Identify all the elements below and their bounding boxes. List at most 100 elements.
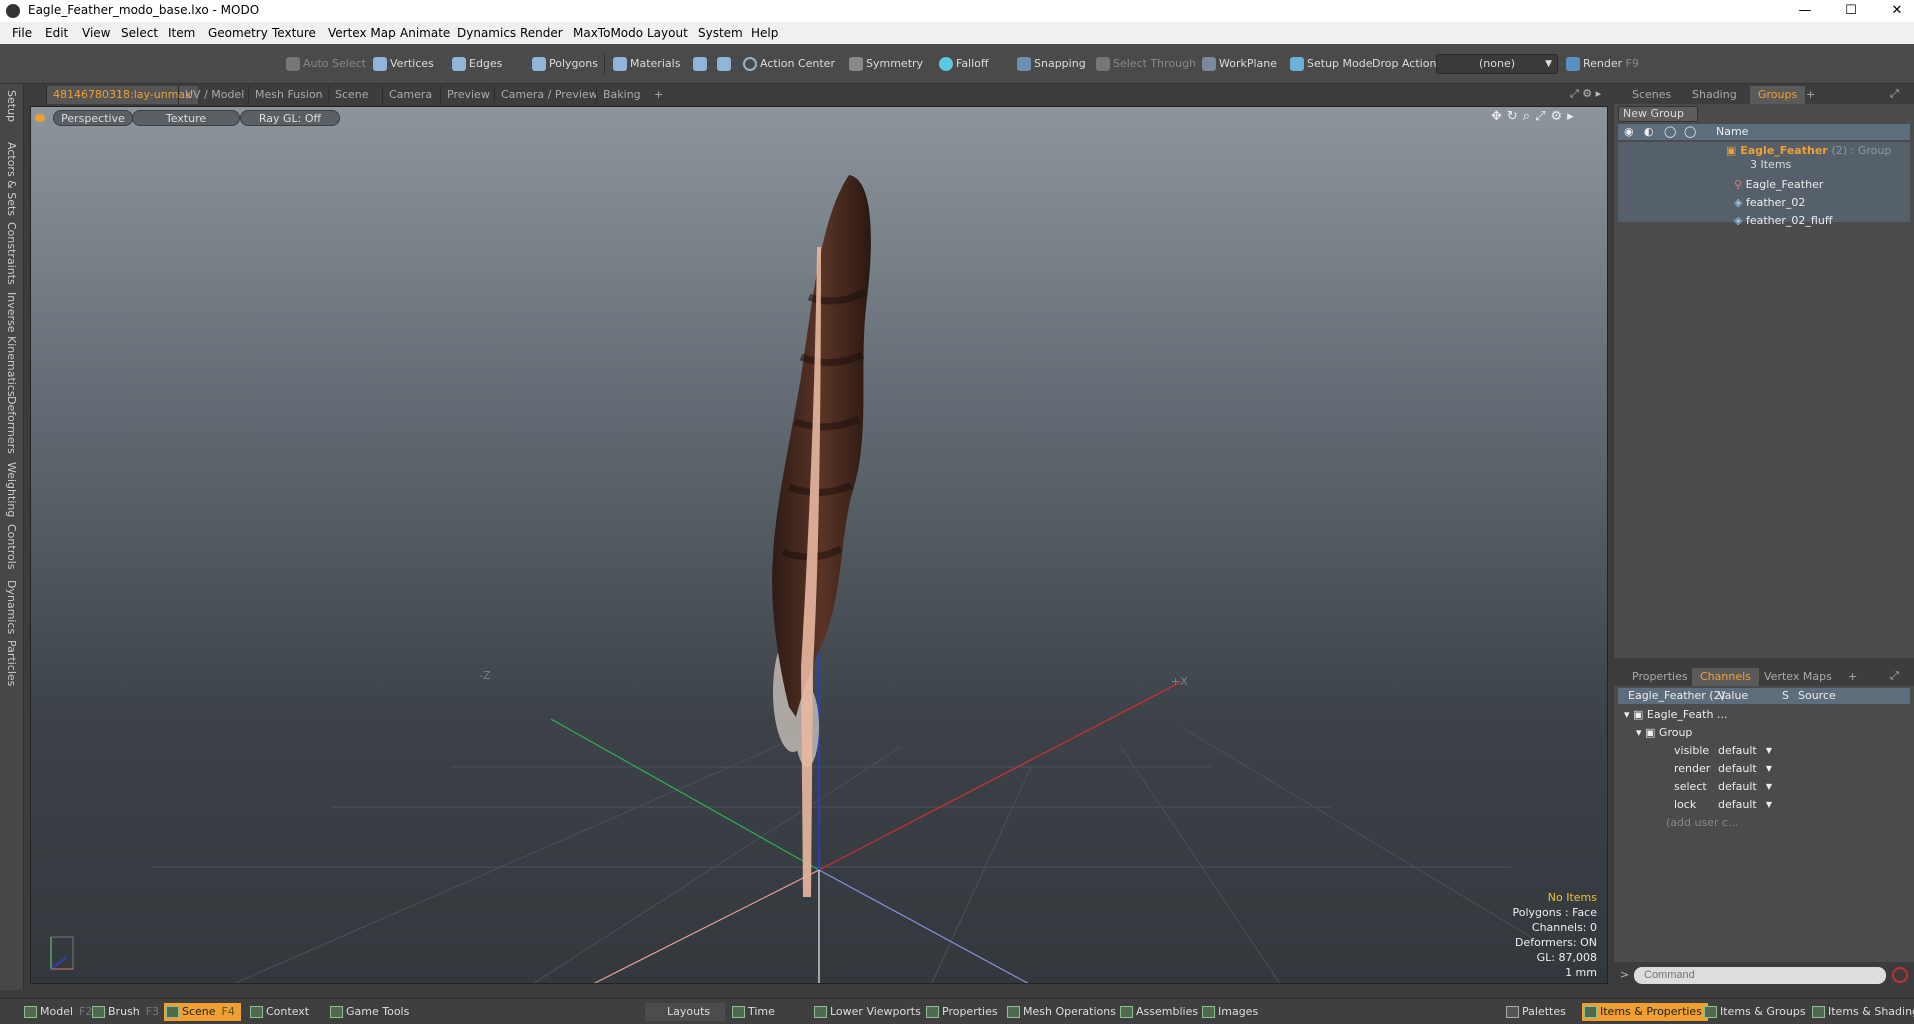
time-tab[interactable]: Time bbox=[730, 1003, 775, 1021]
tab-setup[interactable]: Setup bbox=[5, 90, 18, 122]
menu-edit[interactable]: Edit bbox=[45, 26, 68, 40]
tree-item-feather-02-fluff[interactable]: ◈ feather_02_fluff bbox=[1734, 212, 1832, 230]
tab-dynamics[interactable]: Dynamics bbox=[5, 580, 18, 634]
add-user-channel[interactable]: (add user c... bbox=[1666, 814, 1739, 832]
assemblies-tab[interactable]: Assemblies bbox=[1118, 1003, 1198, 1021]
tab-actors-sets[interactable]: Actors & Sets bbox=[5, 142, 18, 216]
new-group-button[interactable]: New Group bbox=[1618, 106, 1698, 122]
model-tab[interactable]: Model F2 bbox=[22, 1003, 92, 1021]
tree-item-feather-02[interactable]: ◈ feather_02 bbox=[1734, 194, 1805, 212]
minimize-button[interactable]: — bbox=[1782, 0, 1828, 22]
menu-texture[interactable]: Texture bbox=[272, 26, 316, 40]
lock-toggle-icon[interactable]: ◯ bbox=[1664, 124, 1676, 140]
materials-button[interactable]: Materials bbox=[610, 54, 680, 74]
menu-file[interactable]: File bbox=[12, 26, 32, 40]
menu-bar: File Edit View Select Item Geometry Text… bbox=[0, 22, 1914, 44]
channel-select-value[interactable]: default ▼ bbox=[1718, 778, 1774, 796]
drop-action-select[interactable]: (none) ▼ bbox=[1436, 54, 1558, 74]
tab-scene[interactable]: Scene bbox=[328, 86, 375, 104]
setup-mode-button[interactable]: Setup Mode bbox=[1287, 54, 1372, 74]
select-through-button[interactable]: Select Through bbox=[1093, 54, 1196, 74]
workplane-button[interactable]: WorkPlane bbox=[1199, 54, 1277, 74]
menu-geometry[interactable]: Geometry bbox=[208, 26, 268, 40]
add-panel-tab-button[interactable]: + bbox=[1840, 668, 1865, 686]
context-tab[interactable]: Context bbox=[248, 1003, 309, 1021]
crosshair-icon bbox=[743, 57, 757, 71]
record-icon[interactable] bbox=[1892, 967, 1908, 983]
render-button[interactable]: Render F9 bbox=[1563, 54, 1639, 74]
game-tools-tab[interactable]: Game Tools bbox=[328, 1003, 409, 1021]
images-tab[interactable]: Images bbox=[1200, 1003, 1258, 1021]
channel-root-row[interactable]: ▾ ▣ Eagle_Feath ... bbox=[1624, 706, 1727, 724]
tab-constraints[interactable]: Constraints bbox=[5, 222, 18, 285]
tab-groups[interactable]: Groups bbox=[1750, 86, 1806, 104]
tab-camera[interactable]: Camera bbox=[382, 86, 438, 104]
menu-maxtomodo[interactable]: MaxToModo bbox=[573, 26, 643, 40]
items-properties-tab[interactable]: Items & Properties bbox=[1582, 1003, 1708, 1021]
tab-vertex-maps[interactable]: Vertex Maps bbox=[1756, 668, 1840, 686]
scene-tab[interactable]: Scene F4 bbox=[164, 1003, 241, 1021]
vertices-button[interactable]: Vertices bbox=[370, 54, 434, 74]
tab-scenes[interactable]: Scenes bbox=[1624, 86, 1679, 104]
falloff-button[interactable]: Falloff bbox=[936, 54, 988, 74]
tab-weighting[interactable]: Weighting bbox=[5, 462, 18, 517]
items-shading-tab[interactable]: Items & Shading bbox=[1810, 1003, 1914, 1021]
tab-properties[interactable]: Properties bbox=[1624, 668, 1696, 686]
menu-animate[interactable]: Animate bbox=[400, 26, 450, 40]
tab-particles[interactable]: Particles bbox=[5, 640, 18, 686]
menu-dynamics[interactable]: Dynamics bbox=[457, 26, 516, 40]
maximize-button[interactable]: ☐ bbox=[1828, 0, 1874, 22]
properties-tab[interactable]: Properties bbox=[924, 1003, 998, 1021]
channel-render-value[interactable]: default ▼ bbox=[1718, 760, 1774, 778]
tab-lay-unmax[interactable]: 48146780318:lay-unmax bbox=[46, 86, 198, 104]
items-groups-tab[interactable]: Items & Groups bbox=[1702, 1003, 1806, 1021]
channel-group-row[interactable]: ▾ ▣ Group bbox=[1636, 724, 1692, 742]
menu-system[interactable]: System bbox=[698, 26, 743, 40]
command-input[interactable] bbox=[1634, 967, 1886, 984]
menu-help[interactable]: Help bbox=[751, 26, 778, 40]
channel-visible-value[interactable]: default ▼ bbox=[1718, 742, 1774, 760]
auto-select-button[interactable]: Auto Select bbox=[283, 54, 366, 74]
tab-shading[interactable]: Shading bbox=[1684, 86, 1745, 104]
menu-layout[interactable]: Layout bbox=[647, 26, 688, 40]
close-button[interactable]: ✕ bbox=[1874, 0, 1914, 22]
action-center-button[interactable]: Action Center bbox=[740, 54, 835, 74]
visibility-eye-icon[interactable]: ◉ bbox=[1624, 124, 1634, 140]
tab-mesh-fusion[interactable]: Mesh Fusion bbox=[248, 86, 329, 104]
add-tab-button[interactable]: + bbox=[648, 86, 669, 104]
3d-viewport[interactable]: Perspective Texture Ray GL: Off ✥↻⌕⤢⚙▸ -… bbox=[30, 106, 1608, 984]
tab-channels[interactable]: Channels bbox=[1692, 668, 1759, 686]
info-toggle-icon[interactable]: ◯ bbox=[1684, 124, 1696, 140]
layouts-button[interactable]: Layouts bbox=[645, 1003, 725, 1021]
tab-deformers[interactable]: Deformers bbox=[5, 396, 18, 454]
tool-shield-b-button[interactable] bbox=[714, 54, 732, 74]
tree-item-eagle-feather[interactable]: ⚲ Eagle_Feather bbox=[1734, 176, 1823, 194]
polygons-button[interactable]: Polygons bbox=[529, 54, 598, 74]
viewport-maximize-icon[interactable]: ⤢ ⚙ ▸ bbox=[1570, 87, 1601, 101]
render-toggle-icon[interactable]: ◐ bbox=[1644, 124, 1654, 140]
tab-uv-model[interactable]: UV / Model bbox=[178, 86, 250, 104]
tab-controls[interactable]: Controls bbox=[5, 524, 18, 570]
snapping-button[interactable]: Snapping bbox=[1014, 54, 1086, 74]
menu-view[interactable]: View bbox=[82, 26, 110, 40]
edges-button[interactable]: Edges bbox=[449, 54, 502, 74]
tab-camera-preview[interactable]: Camera / Preview bbox=[494, 86, 604, 104]
add-panel-tab-button[interactable]: + bbox=[1798, 86, 1823, 104]
menu-vertex-map[interactable]: Vertex Map bbox=[328, 26, 396, 40]
tab-baking[interactable]: Baking bbox=[596, 86, 647, 104]
tab-inverse-kinematics[interactable]: Inverse Kinematics bbox=[5, 292, 18, 397]
symmetry-button[interactable]: Symmetry bbox=[846, 54, 923, 74]
mesh-operations-tab[interactable]: Mesh Operations bbox=[1005, 1003, 1116, 1021]
panel-maximize-icon[interactable]: ⤢ bbox=[1890, 669, 1899, 683]
menu-render[interactable]: Render bbox=[520, 26, 563, 40]
menu-select[interactable]: Select bbox=[121, 26, 158, 40]
palettes-button[interactable]: Palettes bbox=[1504, 1003, 1566, 1021]
falloff-label: Falloff bbox=[956, 57, 989, 70]
brush-tab[interactable]: Brush F3 bbox=[90, 1003, 159, 1021]
lower-viewports-tab[interactable]: Lower Viewports bbox=[812, 1003, 921, 1021]
tool-shield-a-button[interactable] bbox=[690, 54, 708, 74]
channel-lock-value[interactable]: default ▼ bbox=[1718, 796, 1774, 814]
tab-preview[interactable]: Preview bbox=[440, 86, 496, 104]
menu-item[interactable]: Item bbox=[168, 26, 195, 40]
panel-maximize-icon[interactable]: ⤢ bbox=[1890, 87, 1899, 101]
